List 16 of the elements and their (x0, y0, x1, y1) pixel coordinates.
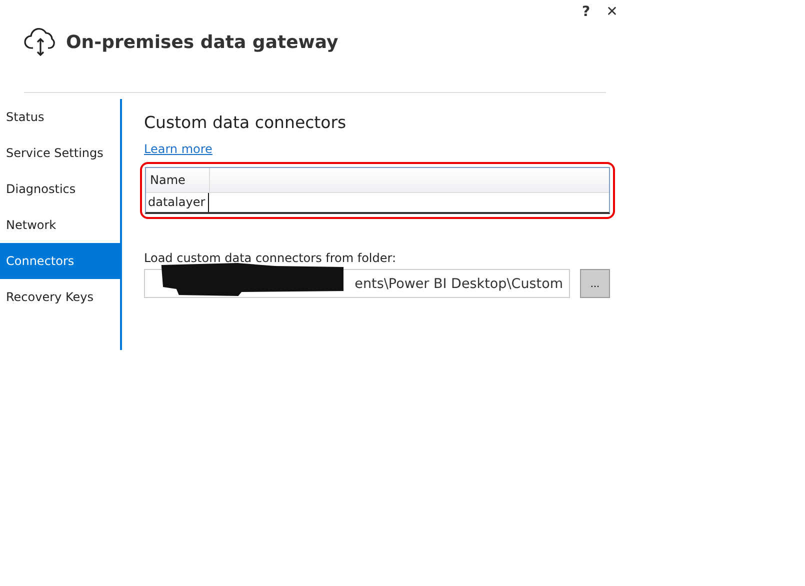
sidebar-item[interactable]: Recovery Keys (0, 279, 120, 315)
section-heading: Custom data connectors (144, 113, 348, 132)
browse-button[interactable]: ... (580, 269, 610, 298)
table-cell[interactable]: datalayer (146, 193, 209, 212)
sidebar-item[interactable]: Network (0, 207, 120, 243)
sidebar-item[interactable]: Status (0, 99, 120, 135)
help-button[interactable]: ? (578, 2, 594, 22)
window-title: On-premises data gateway (66, 32, 338, 52)
learn-more-link[interactable]: Learn more (144, 142, 212, 156)
sidebar-item[interactable]: Diagnostics (0, 171, 120, 207)
close-button[interactable]: ✕ (602, 2, 622, 22)
folder-label: Load custom data connectors from folder: (144, 251, 398, 265)
cloud-upload-download-icon (24, 27, 58, 57)
sidebar-item[interactable]: Service Settings (0, 135, 120, 171)
sidebar-item[interactable]: Connectors (0, 243, 120, 279)
column-header[interactable]: Name (146, 168, 210, 192)
